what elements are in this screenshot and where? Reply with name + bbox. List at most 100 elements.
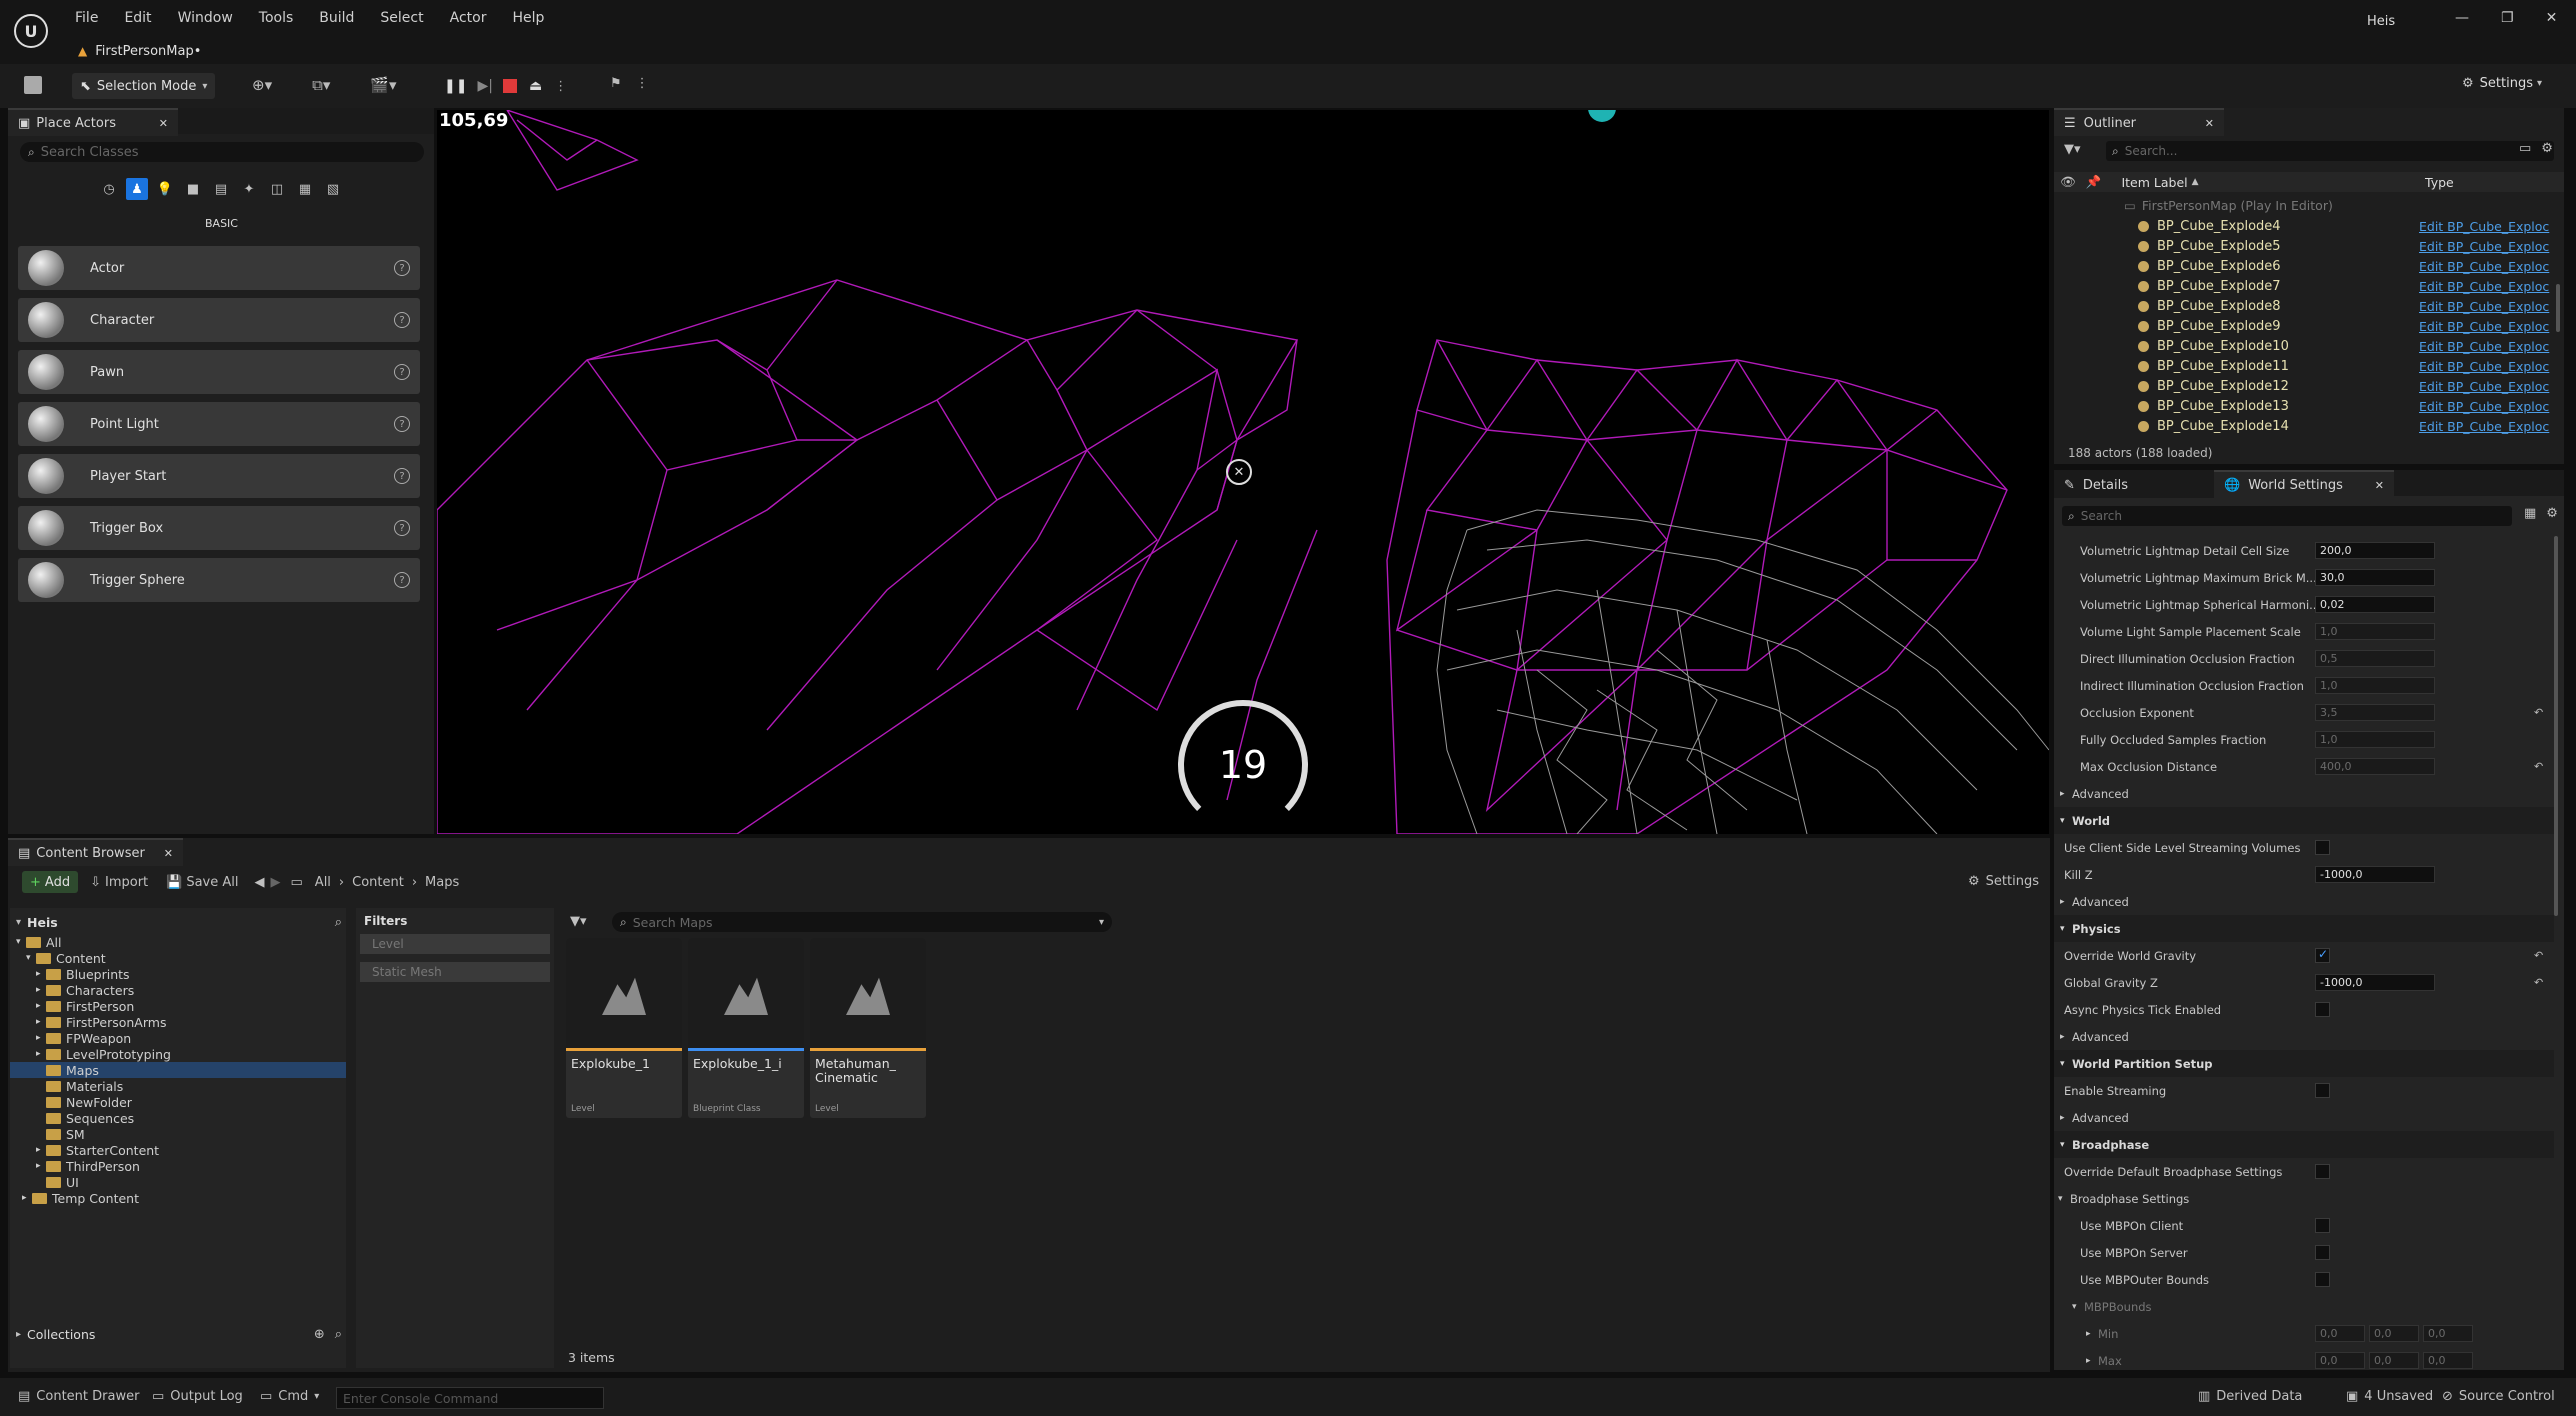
reset-to-default-icon[interactable]: ↶ xyxy=(2534,706,2543,719)
viewport[interactable]: 105,69 ✕ 19 xyxy=(437,110,2049,834)
basic-icon[interactable]: ♟ xyxy=(126,178,148,200)
outliner-row[interactable]: BP_Cube_Explode11 Edit BP_Cube_Exploc xyxy=(2134,356,2564,376)
outliner-item-type-link[interactable]: Edit BP_Cube_Exploc xyxy=(2419,379,2549,394)
filter-icon[interactable]: ▼▾ xyxy=(570,914,587,929)
filter-icon[interactable]: ▼▾ xyxy=(2064,142,2081,157)
cinematic-icon[interactable]: ▤ xyxy=(210,178,232,200)
history-back-icon[interactable]: ◀ xyxy=(255,875,265,890)
property-value-field[interactable]: 3,5 xyxy=(2315,704,2435,721)
selection-mode-button[interactable]: ⬉ Selection Mode ▾ xyxy=(72,73,216,99)
folder-materials[interactable]: Materials xyxy=(10,1078,346,1094)
more-options-icon[interactable]: ⋮ xyxy=(636,76,649,91)
property-value-field[interactable]: 0,5 xyxy=(2315,650,2435,667)
outliner-search-input[interactable]: ⌕ Search... xyxy=(2106,141,2554,161)
outliner-row[interactable]: BP_Cube_Explode9 Edit BP_Cube_Exploc xyxy=(2134,316,2564,336)
property-value-field[interactable]: 30,0 xyxy=(2315,569,2435,586)
menu-build[interactable]: Build xyxy=(319,10,354,26)
add-folder-icon[interactable]: ▭ xyxy=(2519,141,2531,156)
folder-blueprints[interactable]: ▸ Blueprints xyxy=(10,966,346,982)
folder-sm[interactable]: SM xyxy=(10,1126,346,1142)
chevron-right-icon[interactable]: ▸ xyxy=(36,1001,46,1011)
unsaved-button[interactable]: ▣ 4 Unsaved xyxy=(2346,1389,2433,1404)
all-classes-icon[interactable]: ▧ xyxy=(322,178,344,200)
outliner-row[interactable]: BP_Cube_Explode8 Edit BP_Cube_Exploc xyxy=(2134,296,2564,316)
search-maps-input[interactable]: ⌕ Search Maps ▾ xyxy=(612,912,1112,932)
menu-tools[interactable]: Tools xyxy=(259,10,294,26)
output-log-button[interactable]: ▭ Output Log xyxy=(152,1389,243,1404)
chevron-right-icon[interactable]: ▸ xyxy=(36,1033,46,1043)
menu-help[interactable]: Help xyxy=(512,10,544,26)
menu-window[interactable]: Window xyxy=(178,10,233,26)
advanced-toggle[interactable]: ▸ Advanced xyxy=(2054,1023,2554,1050)
view-options-icon[interactable]: ▦ xyxy=(2524,506,2536,521)
stop-icon[interactable] xyxy=(502,79,517,93)
derived-data-button[interactable]: ▥ Derived Data xyxy=(2198,1389,2302,1404)
cb-settings-button[interactable]: ⚙ Settings xyxy=(1968,874,2039,889)
collections-header[interactable]: ▸ Collections ⊕ ⌕ xyxy=(16,1324,342,1344)
property-checkbox[interactable] xyxy=(2315,1272,2330,1287)
outliner-item-type-link[interactable]: Edit BP_Cube_Exploc xyxy=(2419,259,2549,274)
breadcrumb-all[interactable]: All xyxy=(315,875,331,890)
visual-effects-icon[interactable]: ✦ xyxy=(238,178,260,200)
lights-icon[interactable]: 💡 xyxy=(154,178,176,200)
vector-component-field[interactable]: 0,0 xyxy=(2423,1325,2473,1342)
minimize-icon[interactable]: — xyxy=(2455,10,2469,26)
vector-component-field[interactable]: 0,0 xyxy=(2315,1325,2365,1342)
pause-icon[interactable]: ❚❚ xyxy=(444,78,467,94)
vector-component-field[interactable]: 0,0 xyxy=(2423,1352,2473,1369)
history-forward-icon[interactable]: ▶ xyxy=(271,875,281,890)
help-icon[interactable]: ? xyxy=(394,572,410,588)
source-control-button[interactable]: ⊘ Source Control xyxy=(2442,1389,2555,1404)
chevron-right-icon[interactable]: ▸ xyxy=(36,1161,46,1171)
folder-maps[interactable]: Maps xyxy=(10,1062,346,1078)
add-content-icon[interactable]: ⊕▾ xyxy=(252,76,272,94)
folder-icon[interactable]: ▭ xyxy=(291,875,303,890)
folder-characters[interactable]: ▸ Characters xyxy=(10,982,346,998)
save-icon[interactable] xyxy=(24,76,42,94)
asset-tile[interactable]: Explokube_1 Level xyxy=(566,938,682,1118)
property-checkbox[interactable] xyxy=(2315,1083,2330,1098)
outliner-item-type-link[interactable]: Edit BP_Cube_Exploc xyxy=(2419,359,2549,374)
outliner-item-type-link[interactable]: Edit BP_Cube_Exploc xyxy=(2419,239,2549,254)
search-icon[interactable]: ⌕ xyxy=(335,1327,342,1342)
folder-firstperson[interactable]: ▸ FirstPerson xyxy=(10,998,346,1014)
breadcrumb-maps[interactable]: Maps xyxy=(425,875,459,890)
folder-temp-content[interactable]: ▸ Temp Content xyxy=(10,1190,346,1206)
user-name[interactable]: Heis xyxy=(2367,14,2395,29)
property-checkbox[interactable] xyxy=(2315,1218,2330,1233)
advanced-toggle[interactable]: ▸ Advanced xyxy=(2054,780,2554,807)
outliner-row[interactable]: BP_Cube_Explode6 Edit BP_Cube_Exploc xyxy=(2134,256,2564,276)
outliner-row[interactable]: BP_Cube_Explode12 Edit BP_Cube_Exploc xyxy=(2134,376,2564,396)
tab-details[interactable]: ✎ Details xyxy=(2054,470,2214,498)
folder-content[interactable]: ▾ Content xyxy=(10,950,346,966)
folder-levelprototyping[interactable]: ▸ LevelPrototyping xyxy=(10,1046,346,1062)
filter-level[interactable]: Level xyxy=(360,934,550,954)
chevron-down-icon[interactable]: ▾ xyxy=(16,917,21,928)
help-icon[interactable]: ? xyxy=(394,260,410,276)
add-collection-icon[interactable]: ⊕ xyxy=(314,1327,325,1342)
add-button[interactable]: + Add xyxy=(22,871,79,893)
outliner-root-row[interactable]: ▭ FirstPersonMap (Play In Editor) xyxy=(2124,198,2333,213)
folder-sequences[interactable]: Sequences xyxy=(10,1110,346,1126)
outliner-row[interactable]: BP_Cube_Explode13 Edit BP_Cube_Exploc xyxy=(2134,396,2564,416)
filter-static-mesh[interactable]: Static Mesh xyxy=(360,962,550,982)
chevron-right-icon[interactable]: ▸ xyxy=(36,1017,46,1027)
content-drawer-button[interactable]: ▤ Content Drawer xyxy=(18,1389,139,1404)
reset-to-default-icon[interactable]: ↶ xyxy=(2534,760,2543,773)
breadcrumb-content[interactable]: Content xyxy=(352,875,404,890)
subcategory-broadphase-settings[interactable]: ▾ Broadphase Settings xyxy=(2054,1185,2554,1212)
console-input[interactable]: Enter Console Command xyxy=(336,1387,604,1409)
place-actors-tab[interactable]: ▣ Place Actors ✕ xyxy=(8,108,178,136)
geometry-icon[interactable]: ◫ xyxy=(266,178,288,200)
asset-tile[interactable]: Explokube_1_i Blueprint Class xyxy=(688,938,804,1118)
property-value-field[interactable]: -1000,0 xyxy=(2315,866,2435,883)
close-icon[interactable]: ✕ xyxy=(2375,479,2384,492)
tab-world-settings[interactable]: 🌐 World Settings ✕ xyxy=(2214,470,2394,498)
outliner-scrollbar[interactable] xyxy=(2556,284,2560,332)
actor-item-pawn[interactable]: Pawn? xyxy=(18,350,420,394)
details-scrollbar[interactable] xyxy=(2554,536,2558,916)
chevron-right-icon[interactable]: ▸ xyxy=(36,1049,46,1059)
menu-file[interactable]: File xyxy=(75,10,98,26)
unreal-logo-icon[interactable]: U xyxy=(14,14,48,48)
outliner-item-type-link[interactable]: Edit BP_Cube_Exploc xyxy=(2419,419,2549,434)
